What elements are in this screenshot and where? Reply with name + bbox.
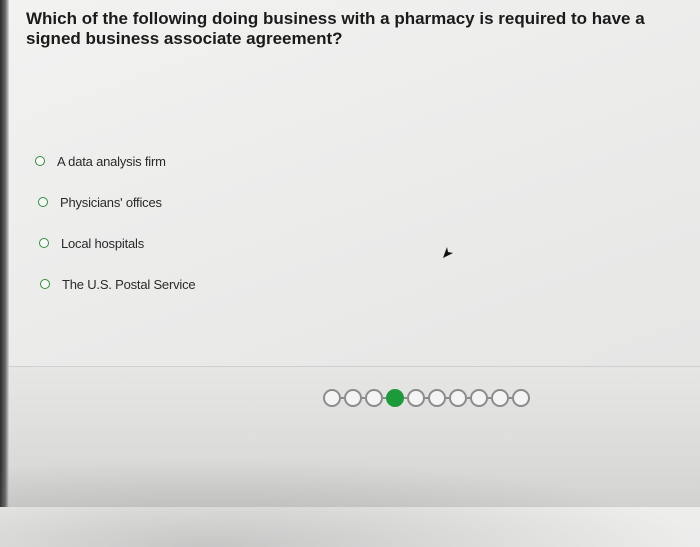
option-label: A data analysis firm	[57, 153, 166, 169]
answer-options: A data analysis firm Physicians' offices…	[35, 150, 196, 314]
bezel-edge	[0, 0, 9, 507]
radio-button[interactable]	[39, 238, 49, 248]
pager-dot[interactable]	[470, 389, 488, 407]
option-local-hospitals[interactable]: Local hospitals	[39, 232, 195, 254]
mouse-pointer-icon	[443, 247, 453, 258]
radio-button[interactable]	[38, 197, 48, 207]
pager-dot[interactable]	[428, 389, 446, 407]
pager-dot[interactable]	[407, 389, 425, 407]
pager-dot-current[interactable]	[386, 389, 404, 407]
pager-dot[interactable]	[323, 389, 341, 407]
quiz-screen: Which of the following doing business wi…	[0, 0, 700, 547]
screen-glare	[0, 457, 700, 547]
option-label: Physicians' offices	[60, 194, 162, 210]
pager-dot[interactable]	[449, 389, 467, 407]
pager-dot[interactable]	[344, 389, 362, 407]
pager-dot[interactable]	[491, 389, 509, 407]
pager-dot[interactable]	[512, 389, 530, 407]
question-text: Which of the following doing business wi…	[26, 9, 645, 48]
option-label: Local hospitals	[61, 235, 144, 251]
option-us-postal-service[interactable]: The U.S. Postal Service	[40, 273, 196, 295]
option-label: The U.S. Postal Service	[62, 276, 196, 292]
option-physicians-offices[interactable]: Physicians' offices	[38, 191, 195, 213]
pager-dot[interactable]	[365, 389, 383, 407]
radio-button[interactable]	[35, 156, 45, 166]
radio-button[interactable]	[40, 279, 50, 289]
pagination-bar	[0, 366, 700, 547]
question-pager	[323, 389, 530, 407]
option-a-data-analysis-firm[interactable]: A data analysis firm	[35, 150, 195, 172]
